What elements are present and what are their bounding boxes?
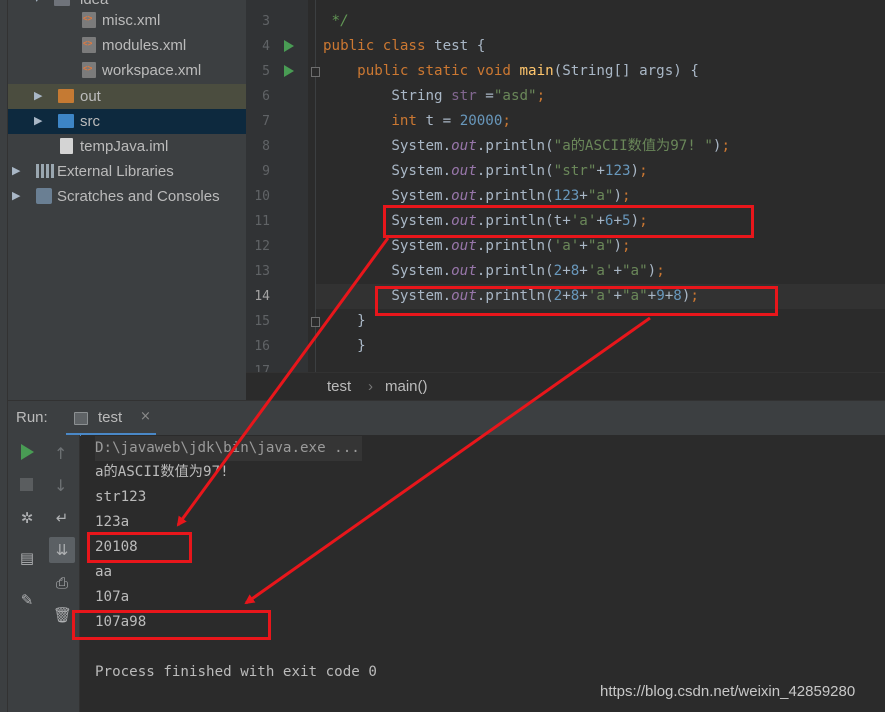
- console-line: 107a: [95, 589, 130, 605]
- console-icon: [74, 412, 88, 425]
- tree-item-label: tempJava.iml: [80, 138, 169, 155]
- tree-item-misc-xml[interactable]: misc.xml: [8, 8, 246, 33]
- line-number: 9: [262, 164, 270, 179]
- line-number: 14: [254, 289, 270, 304]
- tree-item-label: External Libraries: [57, 163, 174, 180]
- tree-item-modules-xml[interactable]: modules.xml: [8, 33, 246, 58]
- run-toolbar-primary: ✲ ▤ ✎: [8, 435, 46, 712]
- annotation-box-output-20108: [87, 532, 192, 563]
- line-number: 10: [254, 189, 270, 204]
- stop-icon[interactable]: [20, 478, 33, 491]
- tree-item-label: misc.xml: [102, 12, 161, 29]
- folder-icon: [54, 0, 70, 6]
- run-main-icon[interactable]: [284, 65, 294, 77]
- source-folder-icon: [58, 114, 74, 128]
- tree-item-out[interactable]: ▶ out: [8, 84, 246, 109]
- line-number: 11: [254, 214, 270, 229]
- line-number: 15: [254, 314, 270, 329]
- code-line: public static void main(String[] args) {: [357, 63, 699, 79]
- code-line: public class test {: [323, 38, 486, 54]
- console-line: aa: [95, 564, 113, 580]
- line-number: 13: [254, 264, 270, 279]
- code-line: String str ="asd";: [391, 88, 546, 104]
- line-number: 7: [262, 114, 270, 129]
- line-number: 8: [262, 139, 270, 154]
- debug-settings-icon[interactable]: ✲: [18, 509, 36, 527]
- left-tool-strip: [0, 0, 8, 712]
- console-line: str123: [95, 489, 147, 505]
- watermark-text: https://blog.csdn.net/weixin_42859280: [600, 683, 856, 700]
- xml-file-icon: [82, 37, 96, 53]
- scroll-to-end-button[interactable]: ⇊: [49, 537, 75, 563]
- fold-marker-icon[interactable]: [311, 67, 320, 77]
- line-number: 5: [262, 64, 270, 79]
- rerun-icon[interactable]: [21, 444, 34, 460]
- print-icon[interactable]: ⎙: [53, 574, 71, 592]
- code-line: }: [323, 338, 366, 354]
- code-editor[interactable]: 3 4 5 6 7 8 9 10 11 12 13 14 15 16 17 */…: [246, 0, 885, 372]
- tree-item-src[interactable]: ▶ src: [8, 109, 246, 134]
- trash-icon[interactable]: 🗑: [53, 606, 72, 624]
- tree-item-label: workspace.xml: [102, 62, 202, 79]
- run-class-icon[interactable]: [284, 40, 294, 52]
- libraries-icon: [36, 164, 54, 178]
- code-line: System.out.println("a的ASCII数值为97! ");: [391, 138, 730, 154]
- line-number: 12: [254, 239, 270, 254]
- tree-item-label: src: [80, 113, 100, 130]
- xml-file-icon: [82, 62, 96, 78]
- scratches-icon: [36, 188, 52, 204]
- chevron-right-icon[interactable]: ▶: [12, 184, 20, 209]
- chevron-right-icon[interactable]: ▶: [12, 159, 20, 184]
- run-tab-test[interactable]: test ×: [66, 404, 156, 436]
- breadcrumb-item-method[interactable]: main(): [385, 373, 428, 400]
- code-line: System.out.println("str"+123);: [391, 163, 648, 179]
- tree-item-scratches[interactable]: ▶ Scratches and Consoles: [8, 184, 246, 209]
- tree-item-label: Scratches and Consoles: [57, 188, 220, 205]
- code-line: }: [323, 313, 366, 329]
- xml-file-icon: [82, 12, 96, 28]
- tree-item-label: modules.xml: [102, 37, 187, 54]
- iml-file-icon: [60, 138, 73, 154]
- run-panel-label: Run:: [16, 409, 48, 426]
- breadcrumb-separator: ›: [368, 378, 373, 395]
- close-icon[interactable]: ×: [140, 409, 151, 424]
- code-line: System.out.println(2+8+'a'+"a");: [391, 263, 665, 279]
- run-panel-header: Run: test ×: [8, 400, 885, 436]
- fold-marker-icon[interactable]: [311, 317, 320, 327]
- tree-item-workspace-xml[interactable]: workspace.xml: [8, 58, 246, 83]
- annotation-box-line-14: [375, 286, 778, 316]
- pin-icon[interactable]: ✎: [18, 591, 36, 609]
- scroll-to-end-icon: ⇊: [55, 541, 69, 559]
- chevron-right-icon[interactable]: ▶: [34, 84, 42, 109]
- annotation-box-output-107a98: [72, 610, 271, 640]
- breadcrumb: test › main(): [246, 372, 885, 400]
- breadcrumb-item-class[interactable]: test: [327, 373, 351, 400]
- code-line: */: [323, 13, 349, 29]
- line-number: 17: [254, 364, 270, 372]
- console-command-line[interactable]: D:\javaweb\jdk\bin\java.exe ...: [95, 436, 362, 461]
- chevron-right-icon[interactable]: ▶: [34, 109, 42, 134]
- code-line: int t = 20000;: [391, 113, 511, 129]
- run-toolbar-secondary: ↑ ↓ ↵ ⇊ ⎙ 🗑: [46, 435, 80, 712]
- arrow-up-icon[interactable]: ↑: [54, 444, 72, 463]
- tree-item-external-libraries[interactable]: ▶ External Libraries: [8, 159, 246, 184]
- arrow-down-icon[interactable]: ↓: [54, 476, 72, 495]
- line-number: 3: [262, 14, 270, 29]
- soft-wrap-icon[interactable]: ↵: [53, 509, 71, 527]
- folder-icon: [58, 89, 74, 103]
- annotation-box-line-11: [383, 205, 754, 238]
- project-tree: ▾ idea misc.xml modules.xml workspace.xm…: [8, 0, 246, 400]
- line-number: 6: [262, 89, 270, 104]
- console-output[interactable]: D:\javaweb\jdk\bin\java.exe ... a的ASCII数…: [81, 435, 885, 712]
- run-tab-label: test: [98, 409, 123, 426]
- line-number: 16: [254, 339, 270, 354]
- tree-item-tempjava-iml[interactable]: tempJava.iml: [8, 134, 246, 159]
- line-number: 4: [262, 39, 270, 54]
- console-line: a的ASCII数值为97!: [95, 464, 229, 480]
- layout-icon[interactable]: ▤: [18, 549, 36, 567]
- tree-item-label: out: [80, 88, 101, 105]
- console-line: Process finished with exit code 0: [95, 664, 377, 680]
